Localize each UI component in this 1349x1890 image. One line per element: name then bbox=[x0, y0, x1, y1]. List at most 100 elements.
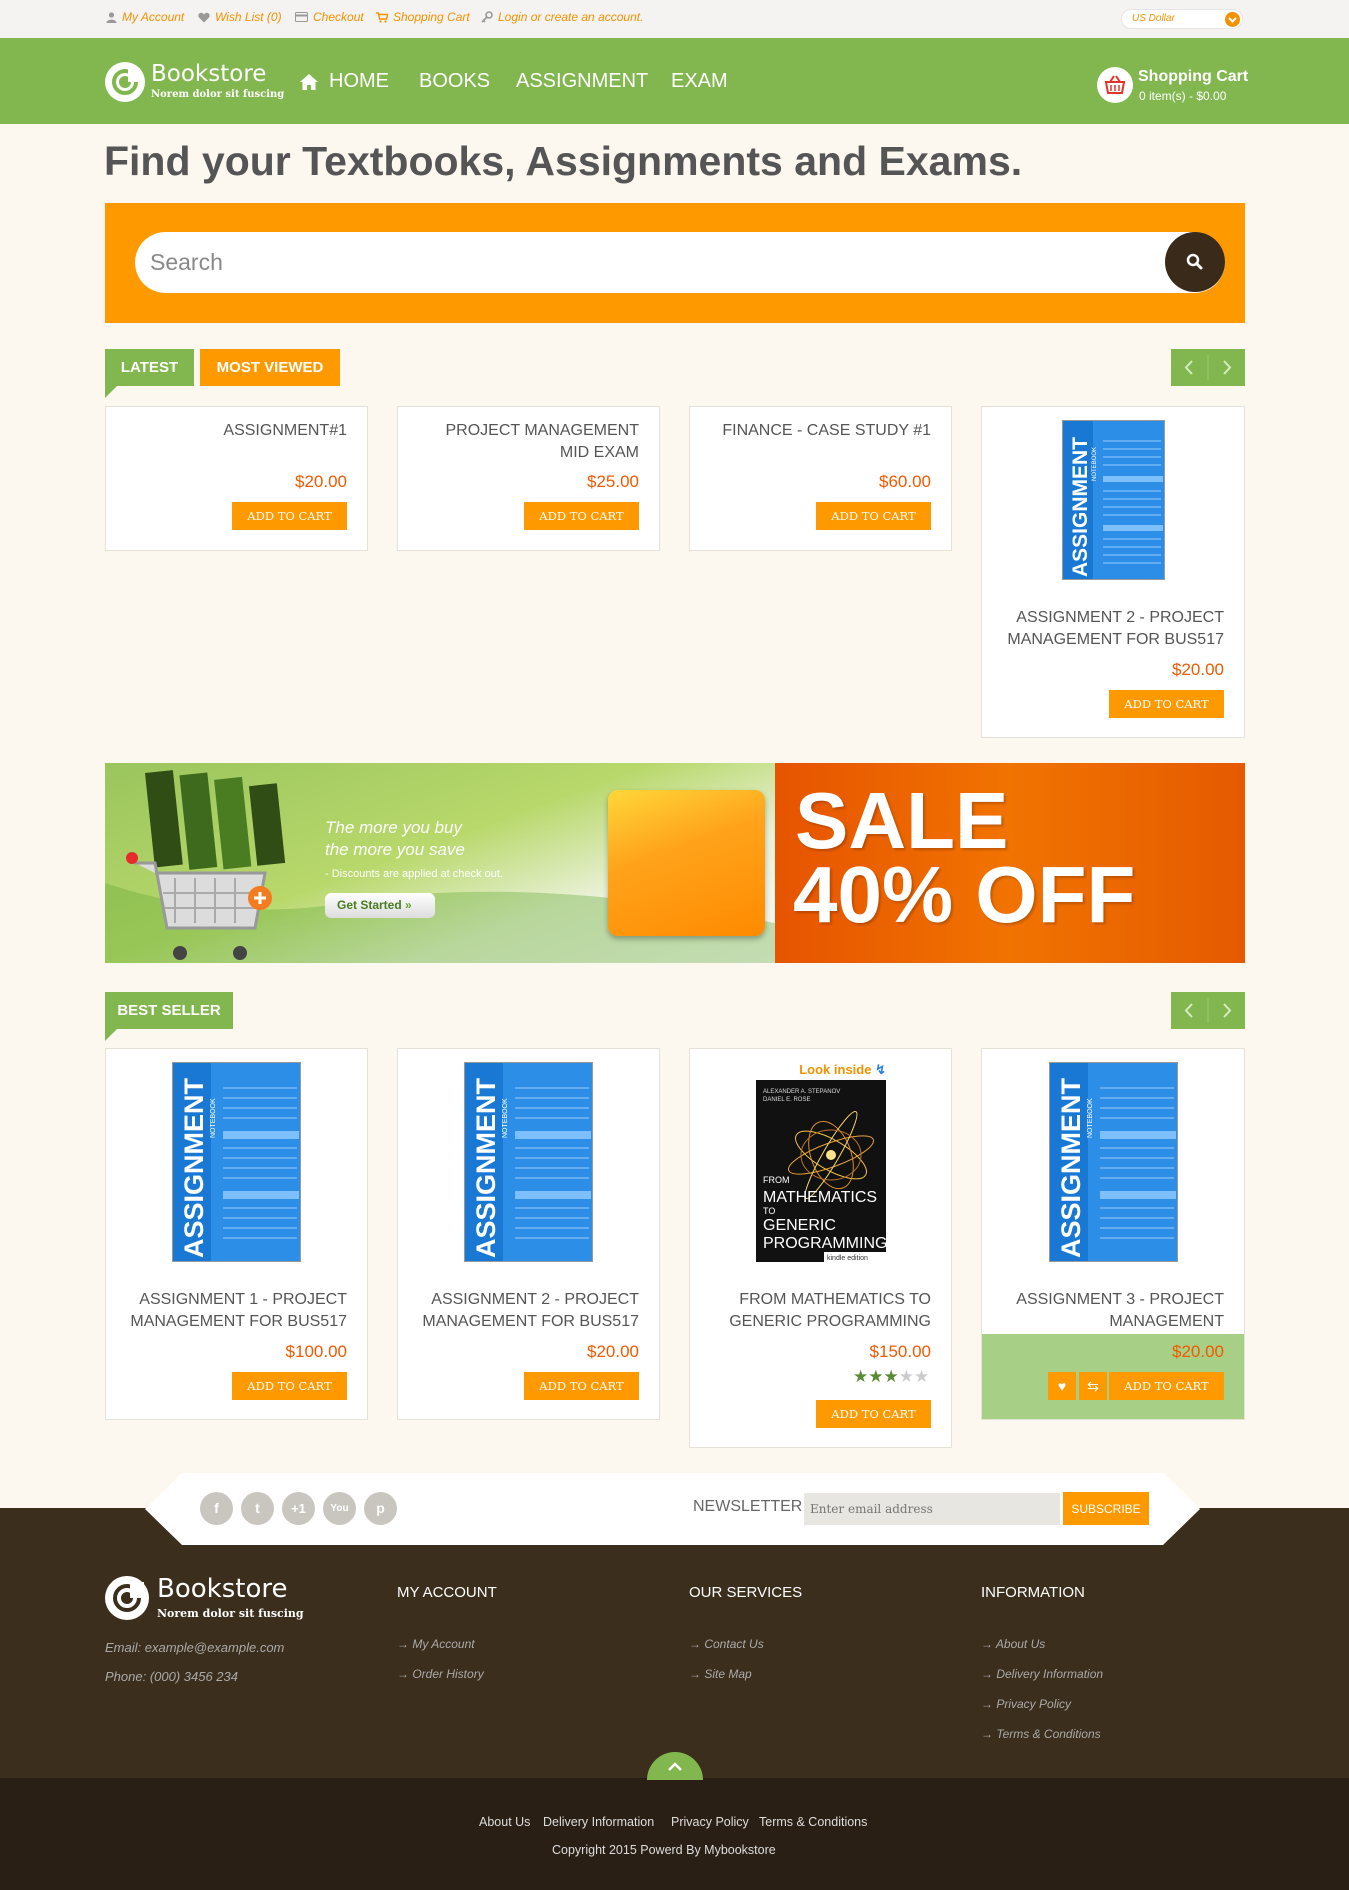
add-to-cart-button[interactable]: ADD TO CART bbox=[1109, 690, 1224, 718]
wishlist-heart-icon[interactable]: ♥ bbox=[1048, 1372, 1076, 1400]
home-icon bbox=[300, 73, 318, 90]
footer-link-about-us[interactable]: → About Us bbox=[981, 1637, 1045, 1651]
svg-text:DANIEL E. ROSE: DANIEL E. ROSE bbox=[763, 1097, 810, 1103]
product-name[interactable]: ASSIGNMENT 1 - PROJECT MANAGEMENT FOR BU… bbox=[117, 1289, 347, 1333]
product-price: $150.00 bbox=[869, 1342, 931, 1361]
search-icon bbox=[1186, 253, 1203, 270]
notebook-cover-image[interactable]: ASSIGNMENT NOTEBOOK bbox=[1062, 420, 1165, 580]
product-card[interactable]: FINANCE - CASE STUDY #1 $60.00 ADD TO CA… bbox=[689, 406, 952, 551]
svg-text:PROGRAMMING: PROGRAMMING bbox=[763, 1235, 886, 1252]
bottom-link-privacy-policy[interactable]: Privacy Policy bbox=[671, 1815, 749, 1829]
notebook-cover-image[interactable]: ASSIGNMENT NOTEBOOK bbox=[172, 1062, 301, 1262]
search-input[interactable] bbox=[135, 232, 1225, 293]
add-to-cart-button[interactable]: ADD TO CART bbox=[524, 1372, 639, 1400]
back-to-top-button[interactable] bbox=[647, 1752, 703, 1780]
twitter-icon[interactable]: t bbox=[241, 1492, 274, 1525]
nav-home[interactable]: HOME bbox=[299, 70, 389, 93]
nav-books[interactable]: BOOKS bbox=[419, 70, 490, 93]
product-name[interactable]: ASSIGNMENT 3 - PROJECT MANAGEMENT bbox=[994, 1289, 1224, 1333]
prev-arrow-icon[interactable] bbox=[1171, 349, 1208, 386]
add-to-cart-button[interactable]: ADD TO CART bbox=[524, 502, 639, 530]
product-card[interactable]: Look inside ↯ ALEXANDER A. STEPANOV DANI… bbox=[689, 1048, 952, 1448]
footer-link-privacy-policy[interactable]: → Privacy Policy bbox=[981, 1697, 1071, 1711]
product-price: $20.00 bbox=[587, 1342, 639, 1361]
bottom-link-terms[interactable]: Terms & Conditions bbox=[759, 1815, 867, 1829]
search-button[interactable] bbox=[1165, 232, 1225, 292]
notebook-cover-image[interactable]: ASSIGNMENT NOTEBOOK bbox=[464, 1062, 593, 1262]
nav-assignment[interactable]: ASSIGNMENT bbox=[516, 70, 648, 93]
footer-phone: Phone: (000) 3456 234 bbox=[105, 1669, 238, 1684]
add-to-cart-button[interactable]: ADD TO CART bbox=[1109, 1372, 1224, 1400]
currency-select[interactable]: US Dollar bbox=[1121, 9, 1243, 29]
subscribe-button[interactable]: SUBSCRIBE bbox=[1063, 1492, 1149, 1525]
key-icon bbox=[481, 11, 493, 23]
star-filled-icon: ★ bbox=[868, 1367, 884, 1386]
add-to-cart-button[interactable]: ADD TO CART bbox=[816, 502, 931, 530]
bottom-link-about-us[interactable]: About Us bbox=[479, 1815, 530, 1829]
product-name[interactable]: ASSIGNMENT 2 - PROJECT MANAGEMENT FOR BU… bbox=[994, 607, 1224, 651]
shopping-cart-label: Shopping Cart bbox=[393, 10, 470, 24]
notebook-title: ASSIGNMENT bbox=[1056, 1077, 1086, 1258]
product-name[interactable]: FINANCE - CASE STUDY #1 bbox=[711, 420, 931, 442]
next-arrow-icon[interactable] bbox=[1208, 349, 1245, 386]
nav-exam[interactable]: EXAM bbox=[671, 70, 728, 93]
add-to-cart-button[interactable]: ADD TO CART bbox=[232, 502, 347, 530]
newsletter-email-input[interactable] bbox=[804, 1493, 1060, 1525]
math-book-cover-image[interactable]: Look inside ↯ ALEXANDER A. STEPANOV DANI… bbox=[756, 1062, 886, 1262]
add-to-cart-button[interactable]: ADD TO CART bbox=[816, 1400, 931, 1428]
wish-list-link[interactable]: Wish List (0) bbox=[198, 10, 282, 24]
copyright: Copyright 2015 Powerd By Mybookstore bbox=[552, 1843, 776, 1857]
login-link[interactable]: Login or create an account. bbox=[481, 10, 643, 24]
footer-link-terms[interactable]: → Terms & Conditions bbox=[981, 1727, 1101, 1741]
promo-banner[interactable]: The more you buy the more you save - Dis… bbox=[105, 763, 775, 963]
tab-most-viewed[interactable]: MOST VIEWED bbox=[200, 349, 340, 386]
tab-best-seller[interactable]: BEST SELLER bbox=[105, 992, 233, 1029]
product-card[interactable]: ASSIGNMENT#1 $20.00 ADD TO CART bbox=[105, 406, 368, 551]
product-name[interactable]: FROM MATHEMATICS TO GENERIC PROGRAMMING bbox=[701, 1289, 931, 1333]
login-label: Login or create an account. bbox=[498, 10, 644, 24]
wish-list-label: Wish List (0) bbox=[215, 10, 282, 24]
header-cart-icon[interactable] bbox=[1097, 67, 1133, 103]
tab-latest[interactable]: LATEST bbox=[105, 349, 194, 386]
footer-logo-name: Bookstore bbox=[157, 1574, 288, 1604]
product-card[interactable]: ASSIGNMENT NOTEBOOK ASSIGNMENT 1 - PROJE… bbox=[105, 1048, 368, 1420]
product-price: $60.00 bbox=[879, 472, 931, 491]
product-card[interactable]: ASSIGNMENT NOTEBOOK ASSIGNMENT 2 - PROJE… bbox=[981, 406, 1245, 738]
logo-icon bbox=[105, 62, 145, 102]
compare-icon[interactable]: ⇆ bbox=[1079, 1372, 1107, 1400]
footer-link-delivery-information[interactable]: → Delivery Information bbox=[981, 1667, 1103, 1681]
product-name[interactable]: ASSIGNMENT 2 - PROJECT MANAGEMENT FOR BU… bbox=[409, 1289, 639, 1333]
pinterest-icon[interactable]: p bbox=[364, 1492, 397, 1525]
footer-email: Email: example@example.com bbox=[105, 1640, 285, 1655]
google-plus-icon[interactable]: +1 bbox=[282, 1492, 315, 1525]
footer-link-my-account[interactable]: → My Account bbox=[397, 1637, 475, 1651]
my-account-link[interactable]: My Account bbox=[106, 10, 184, 24]
notebook-sub: NOTEBOOK bbox=[1092, 447, 1098, 481]
product-name[interactable]: ASSIGNMENT#1 bbox=[127, 420, 347, 442]
product-card[interactable]: ASSIGNMENT NOTEBOOK ASSIGNMENT 2 - PROJE… bbox=[397, 1048, 660, 1420]
add-to-cart-button[interactable]: ADD TO CART bbox=[232, 1372, 347, 1400]
product-card[interactable]: ASSIGNMENT NOTEBOOK ASSIGNMENT 3 - PROJE… bbox=[981, 1048, 1245, 1420]
notebook-cover-image[interactable]: ASSIGNMENT NOTEBOOK bbox=[1049, 1062, 1178, 1262]
product-name[interactable]: PROJECT MANAGEMENT MID EXAM bbox=[419, 420, 640, 464]
notebook-sub: NOTEBOOK bbox=[210, 1098, 217, 1138]
footer-link-order-history[interactable]: → Order History bbox=[397, 1667, 484, 1681]
top-bar: My Account Wish List (0) Checkout Shoppi… bbox=[0, 0, 1349, 38]
checkout-link[interactable]: Checkout bbox=[295, 10, 364, 24]
product-price: $20.00 bbox=[295, 472, 347, 491]
product-card[interactable]: PROJECT MANAGEMENT MID EXAM $25.00 ADD T… bbox=[397, 406, 660, 551]
prev-arrow-icon[interactable] bbox=[1171, 992, 1208, 1029]
bottom-link-delivery-information[interactable]: Delivery Information bbox=[543, 1815, 654, 1829]
product-price: $25.00 bbox=[587, 472, 639, 491]
youtube-icon[interactable]: You bbox=[323, 1492, 356, 1525]
footer-link-contact-us[interactable]: → Contact Us bbox=[689, 1637, 764, 1651]
shopping-cart-link[interactable]: Shopping Cart bbox=[376, 10, 470, 24]
footer-link-site-map[interactable]: → Site Map bbox=[689, 1667, 752, 1681]
sale-banner[interactable]: SALE 40% OFF bbox=[775, 763, 1245, 963]
next-arrow-icon[interactable] bbox=[1208, 992, 1245, 1029]
get-started-button[interactable]: Get Started » bbox=[325, 893, 435, 918]
facebook-icon[interactable]: f bbox=[200, 1492, 233, 1525]
header-cart-title[interactable]: Shopping Cart bbox=[1138, 68, 1248, 86]
main-header: Bookstore Norem dolor sit fuscing HOME B… bbox=[0, 38, 1349, 124]
footer-logo-icon bbox=[105, 1576, 149, 1620]
